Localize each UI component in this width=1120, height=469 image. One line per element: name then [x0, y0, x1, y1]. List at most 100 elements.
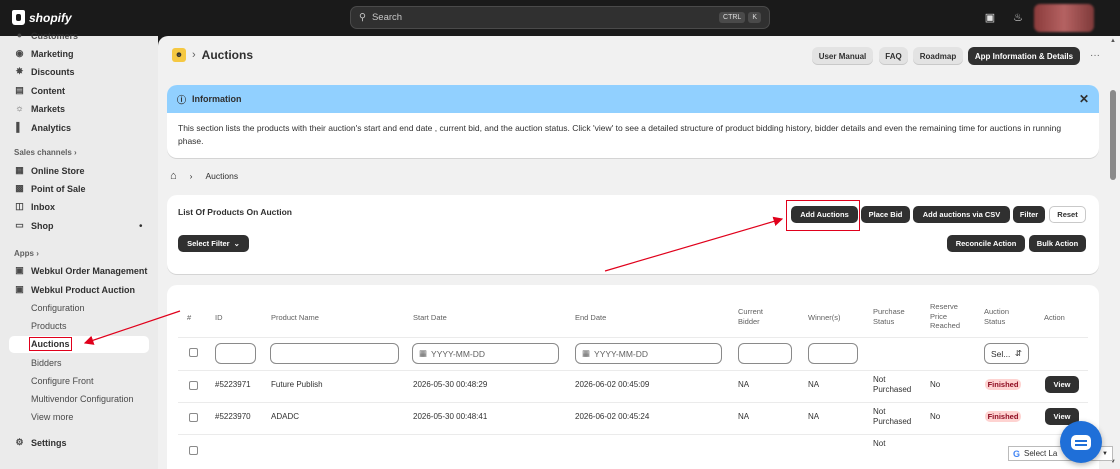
- sidebar-item-label: Settings: [31, 437, 67, 448]
- sidebar-item-point-of-sale[interactable]: ▩ Point of Sale: [14, 183, 85, 194]
- sidebar-item-webkul-order-management[interactable]: ▣ Webkul Order Management: [14, 265, 147, 276]
- col-header-current-bidder[interactable]: Current Bidder: [738, 307, 778, 326]
- scrollbar[interactable]: ▲ ▼: [1107, 36, 1120, 469]
- col-header-end-date[interactable]: End Date: [575, 313, 606, 323]
- breadcrumb: ⌂ › Auctions: [170, 170, 238, 182]
- avatar[interactable]: [1034, 4, 1094, 32]
- shortcut-key-ctrl: CTRL: [719, 12, 746, 23]
- roadmap-button[interactable]: Roadmap: [913, 47, 963, 65]
- end-date-filter-input[interactable]: ▦ YYYY-MM-DD: [575, 343, 722, 364]
- row-purchase-status: Not Purchased: [873, 375, 912, 394]
- search-input[interactable]: ⚲ Search CTRL K: [350, 6, 770, 29]
- view-button[interactable]: View: [1045, 376, 1079, 393]
- select-all-checkbox[interactable]: [189, 348, 198, 357]
- product-name-filter-input[interactable]: [270, 343, 399, 364]
- home-icon[interactable]: ⌂: [170, 170, 177, 182]
- col-header-auction-status[interactable]: Auction Status: [984, 307, 1024, 326]
- sidebar-item-markets[interactable]: ☼ Markets: [14, 103, 65, 114]
- sidebar-sub-bidders[interactable]: Bidders: [31, 358, 62, 368]
- reconcile-action-button[interactable]: Reconcile Action: [947, 235, 1025, 252]
- sidebar-item-inbox[interactable]: ◫ Inbox: [14, 201, 55, 212]
- shopify-bag-icon: [12, 10, 25, 25]
- brand-name: shopify: [29, 10, 72, 25]
- row-winner: NA: [808, 412, 820, 421]
- row-checkbox[interactable]: [189, 381, 198, 390]
- sidebar-item-label: Analytics: [31, 122, 72, 133]
- scrollbar-thumb[interactable]: [1110, 90, 1116, 180]
- sidebar-item-customers[interactable]: ● Customers: [14, 30, 78, 41]
- shortcut-key-k: K: [748, 12, 761, 23]
- col-header-winners[interactable]: Winner(s): [808, 313, 841, 323]
- sidebar-sub-products[interactable]: Products: [31, 321, 67, 331]
- app-information-button[interactable]: App Information & Details: [968, 47, 1080, 65]
- add-auctions-csv-button[interactable]: Add auctions via CSV: [913, 206, 1010, 223]
- col-header-id[interactable]: ID: [215, 313, 223, 323]
- information-banner-header: ⓘ Information ✕: [167, 85, 1099, 113]
- sidebar-item-analytics[interactable]: ▌ Analytics: [14, 122, 71, 133]
- filter-button[interactable]: Filter: [1013, 206, 1045, 223]
- sidebar-item-content[interactable]: ▤ Content: [14, 85, 65, 96]
- start-date-filter-input[interactable]: ▦ YYYY-MM-DD: [412, 343, 559, 364]
- row-end-date: 2026-06-02 00:45:24: [575, 412, 650, 421]
- select-filter-button[interactable]: Select Filter ⌄: [178, 235, 249, 252]
- sidebar-item-webkul-product-auction[interactable]: ▣ Webkul Product Auction: [14, 284, 135, 295]
- sidebar-item-settings[interactable]: ⚙ Settings: [14, 437, 67, 448]
- col-header-purchase-status[interactable]: Purchase Status: [873, 307, 918, 326]
- faq-button[interactable]: FAQ: [879, 47, 908, 65]
- sidebar-sub-multivendor-configuration[interactable]: Multivendor Configuration: [31, 394, 134, 404]
- place-bid-button[interactable]: Place Bid: [861, 206, 910, 223]
- row-divider: [178, 370, 1088, 371]
- sidebar-item-marketing[interactable]: ◉ Marketing: [14, 48, 74, 59]
- gear-icon: ⚙: [15, 437, 24, 447]
- annotation-box-add-auctions: [786, 200, 860, 231]
- close-icon[interactable]: ✕: [1079, 92, 1089, 106]
- more-actions-icon[interactable]: ···: [1090, 50, 1100, 61]
- sidebar-item-discounts[interactable]: ✸ Discounts: [14, 66, 75, 77]
- sidebar-item-label: Marketing: [31, 48, 74, 59]
- auction-status-select[interactable]: Sel... ⇵: [984, 343, 1029, 364]
- shop-icon[interactable]: ▣: [983, 11, 997, 25]
- id-filter-input[interactable]: [215, 343, 256, 364]
- scroll-up-icon[interactable]: ▲: [1110, 38, 1116, 44]
- row-checkbox[interactable]: [189, 446, 198, 455]
- sidebar-item-label: Webkul Product Auction: [31, 284, 136, 295]
- app-icon: ▣: [15, 284, 24, 294]
- sidebar-sub-configure-front[interactable]: Configure Front: [31, 376, 94, 386]
- sidebar-item-shop[interactable]: ▭ Shop: [14, 220, 53, 231]
- information-text: This section lists the products with the…: [178, 123, 1062, 146]
- row-start-date: 2026-05-30 00:48:41: [413, 412, 488, 421]
- select-arrows-icon: ⇵: [1014, 348, 1022, 358]
- bar-chart-icon: ▌: [16, 122, 23, 132]
- sidebar-item-label: Online Store: [31, 165, 85, 176]
- apps-heading[interactable]: Apps ›: [14, 249, 39, 258]
- winners-filter-input[interactable]: [808, 343, 858, 364]
- reset-button[interactable]: Reset: [1049, 206, 1086, 223]
- shopify-logo[interactable]: shopify: [12, 10, 72, 25]
- row-id: #5223971: [215, 380, 251, 389]
- start-date-placeholder: YYYY-MM-DD: [431, 348, 486, 359]
- sidebar-item-online-store[interactable]: ▦ Online Store: [14, 165, 85, 176]
- sales-channels-heading[interactable]: Sales channels ›: [14, 148, 77, 157]
- information-banner: ⓘ Information ✕ This section lists the p…: [167, 85, 1099, 158]
- bulk-action-button[interactable]: Bulk Action: [1029, 235, 1086, 252]
- user-manual-button[interactable]: User Manual: [812, 47, 873, 65]
- row-purchase-status: Not: [873, 439, 886, 448]
- col-header-reserve-price-reached[interactable]: Reserve Price Reached: [930, 302, 970, 331]
- page-header: ☻ › Auctions: [172, 48, 253, 62]
- sidebar-item-label: Inbox: [31, 201, 55, 212]
- sidebar-sub-view-more[interactable]: View more: [31, 412, 73, 422]
- col-header-number: #: [187, 313, 192, 322]
- sidebar-item-label: Webkul Order Management: [31, 265, 148, 276]
- store-icon: ▦: [15, 165, 24, 175]
- sidebar-sub-configuration[interactable]: Configuration: [31, 303, 85, 313]
- content-icon: ▤: [15, 85, 24, 95]
- chat-button[interactable]: [1060, 421, 1102, 463]
- bell-icon[interactable]: ♨: [1011, 11, 1025, 25]
- row-checkbox[interactable]: [189, 413, 198, 422]
- col-header-start-date[interactable]: Start Date: [413, 313, 447, 323]
- col-header-product-name[interactable]: Product Name: [271, 313, 319, 323]
- breadcrumb-separator: ›: [192, 49, 196, 61]
- row-current-bidder: NA: [738, 412, 750, 421]
- language-select-label: Select La: [1024, 449, 1058, 458]
- current-bidder-filter-input[interactable]: [738, 343, 792, 364]
